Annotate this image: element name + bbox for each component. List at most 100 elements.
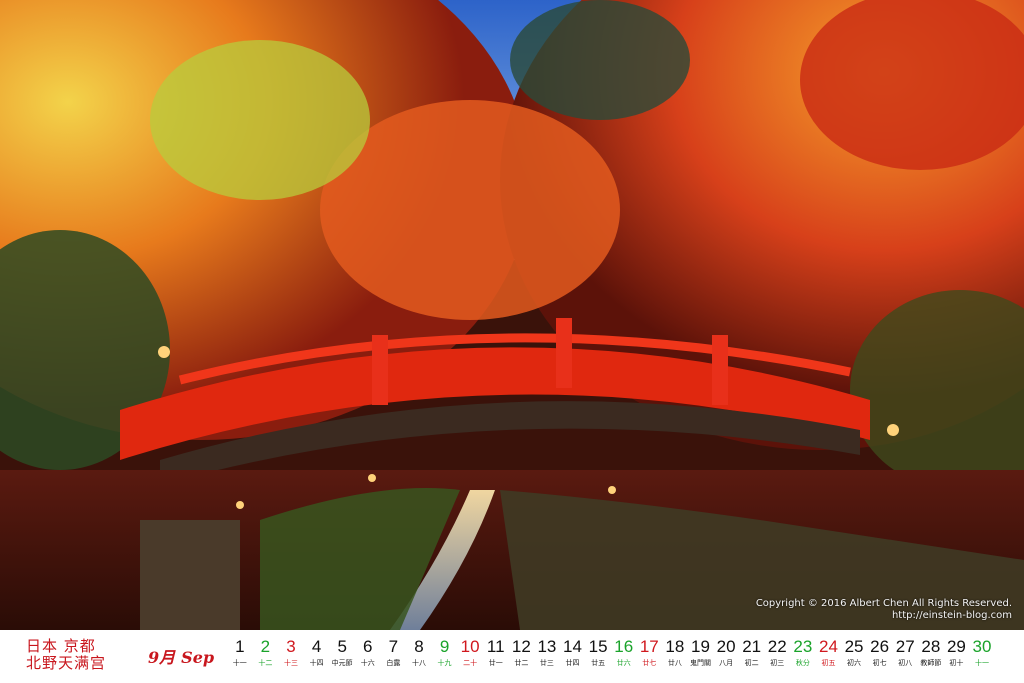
calendar-day: 9 十九 xyxy=(432,636,458,680)
calendar-day: 5 中元節 xyxy=(329,636,355,680)
lunar-date: 初六 xyxy=(847,659,862,667)
calendar-day: 26 初七 xyxy=(867,636,893,680)
calendar-day: 4 十四 xyxy=(304,636,330,680)
location-label: 日本 京都 北野天满宫 xyxy=(26,638,136,672)
lunar-date: 廿二 xyxy=(514,659,529,667)
calendar-day: 11 廿一 xyxy=(483,636,509,680)
lunar-date: 初八 xyxy=(898,659,913,667)
month-en: Sep xyxy=(181,648,215,667)
location-line-2: 北野天满宫 xyxy=(26,654,107,672)
calendar-day: 18 廿八 xyxy=(662,636,688,680)
calendar-day: 22 初三 xyxy=(764,636,790,680)
lunar-date: 教師節 xyxy=(920,659,942,667)
calendar-day: 2 十二 xyxy=(253,636,279,680)
day-number: 11 xyxy=(486,637,505,656)
day-number: 1 xyxy=(235,637,245,656)
day-number: 25 xyxy=(844,637,864,656)
calendar-strip: 日本 京都 北野天满宫 9月 Sep 1 十一 2 十二 3 十三 4 十四 5 中元節 6 十六 7 白露… xyxy=(0,630,1024,683)
day-number: 22 xyxy=(767,637,787,656)
calendar-day: 1 十一 xyxy=(227,636,253,680)
month-label: 9月 Sep xyxy=(148,644,220,668)
calendar-day: 17 廿七 xyxy=(637,636,663,680)
lunar-date: 十八 xyxy=(411,659,426,667)
lunar-date: 十三 xyxy=(283,659,298,667)
copyright-line: Copyright © 2016 Albert Chen All Rights … xyxy=(755,598,1012,609)
calendar-day: 19 鬼門關 xyxy=(688,636,714,680)
day-number: 27 xyxy=(895,637,915,656)
calendar-day: 23 秋分 xyxy=(790,636,816,680)
lunar-date: 廿一 xyxy=(488,659,503,667)
blog-url: http://einstein-blog.com xyxy=(891,610,1012,621)
calendar-day: 14 廿四 xyxy=(560,636,586,680)
calendar-day: 7 白露 xyxy=(381,636,407,680)
calendar-day: 21 初二 xyxy=(739,636,765,680)
day-number: 13 xyxy=(537,637,557,656)
day-number: 2 xyxy=(260,637,271,656)
day-number: 26 xyxy=(870,637,890,656)
lunar-date: 廿七 xyxy=(642,659,657,667)
calendar-day: 12 廿二 xyxy=(509,636,535,680)
day-number: 7 xyxy=(388,637,399,656)
lunar-date: 十六 xyxy=(360,659,375,667)
lunar-date: 廿四 xyxy=(565,659,580,667)
day-number: 29 xyxy=(946,637,966,656)
lunar-date: 廿八 xyxy=(667,659,682,667)
lunar-date: 白露 xyxy=(386,659,401,667)
lunar-date: 十四 xyxy=(309,659,324,667)
day-number: 19 xyxy=(691,637,710,656)
lunar-date: 中元節 xyxy=(331,659,353,667)
lunar-date: 二十 xyxy=(463,659,478,667)
calendar-day: 24 初五 xyxy=(816,636,842,680)
calendar-day: 27 初八 xyxy=(892,636,918,680)
lunar-date: 十二 xyxy=(258,659,273,667)
day-number: 10 xyxy=(460,637,480,656)
lunar-date: 初七 xyxy=(872,659,887,667)
month-cn: 9月 xyxy=(148,648,176,667)
calendar-day: 28 教師節 xyxy=(918,636,944,680)
calendar-day: 8 十八 xyxy=(406,636,432,680)
day-number: 8 xyxy=(414,637,424,656)
day-number: 12 xyxy=(511,637,531,656)
lunar-date: 初五 xyxy=(821,659,836,667)
photo: Copyright © 2016 Albert Chen All Rights … xyxy=(0,0,1024,630)
day-number: 3 xyxy=(286,637,296,656)
day-number: 30 xyxy=(972,637,992,656)
calendar-day: 16 廿六 xyxy=(611,636,637,680)
lunar-date: 八月 xyxy=(719,659,734,667)
day-number: 15 xyxy=(588,637,608,656)
calendar-day: 30 十一 xyxy=(969,636,995,680)
calendar-day: 15 廿五 xyxy=(585,636,611,680)
day-number: 18 xyxy=(665,637,685,656)
lunar-date: 鬼門關 xyxy=(689,659,711,667)
day-number: 9 xyxy=(439,637,450,656)
calendar-day: 13 廿三 xyxy=(534,636,560,680)
lunar-date: 十一 xyxy=(975,659,990,667)
calendar-day: 3 十三 xyxy=(278,636,304,680)
lunar-date: 初十 xyxy=(949,659,964,667)
kyoto-bridge-photo-icon xyxy=(0,0,1024,630)
lunar-date: 廿三 xyxy=(539,659,554,667)
lunar-date: 初二 xyxy=(744,659,759,667)
day-number: 5 xyxy=(337,637,347,656)
day-number: 28 xyxy=(921,637,941,656)
day-number: 4 xyxy=(311,637,322,656)
lunar-date: 廿六 xyxy=(616,659,631,667)
day-number: 6 xyxy=(363,637,373,656)
copyright-text: Copyright © 2016 Albert Chen All Rights … xyxy=(756,598,1012,622)
calendar-day: 10 二十 xyxy=(457,636,483,680)
lunar-date: 廿五 xyxy=(591,659,606,667)
calendar-day: 25 初六 xyxy=(841,636,867,680)
calendar-day: 6 十六 xyxy=(355,636,381,680)
lunar-date: 十九 xyxy=(437,659,452,667)
day-number: 17 xyxy=(639,637,659,656)
day-list: 1 十一 2 十二 3 十三 4 十四 5 中元節 6 十六 7 白露 8 十八 9 十九 10 二十 11 廿一 12 廿二… xyxy=(227,636,997,680)
day-number: 16 xyxy=(614,637,634,656)
lunar-date: 十一 xyxy=(232,659,247,667)
lunar-date: 初三 xyxy=(770,659,785,667)
calendar-day: 20 八月 xyxy=(713,636,739,680)
day-number: 14 xyxy=(563,637,582,656)
day-number: 24 xyxy=(818,637,838,656)
day-number: 23 xyxy=(793,637,813,656)
day-number: 20 xyxy=(716,637,736,656)
location-line-1: 日本 京都 xyxy=(26,637,96,655)
